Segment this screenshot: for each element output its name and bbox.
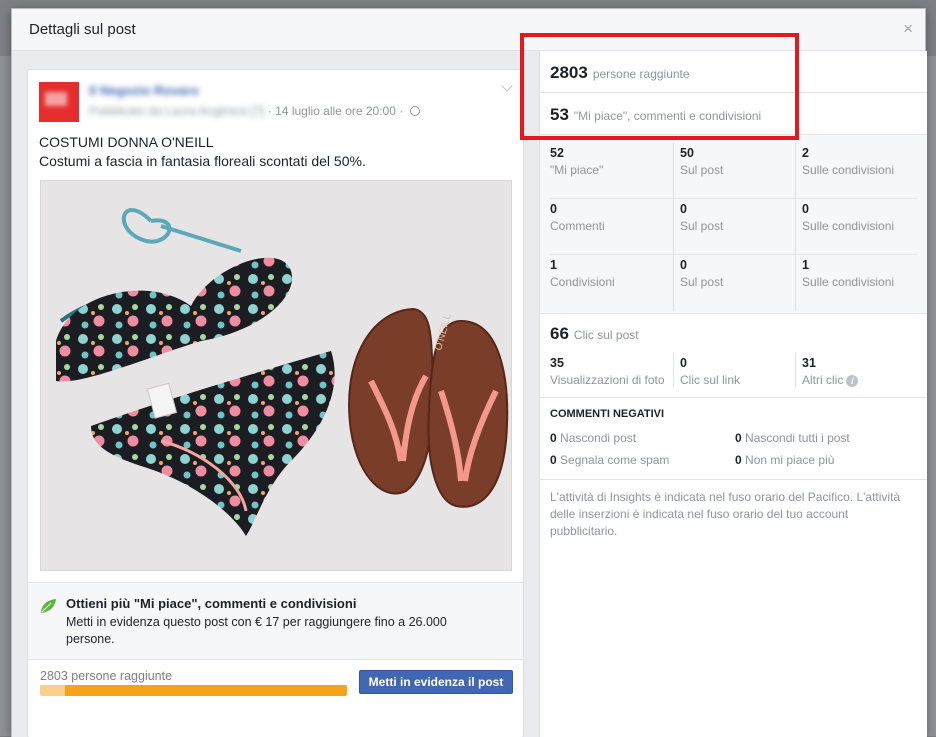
likes-total: 52 "Mi piace" bbox=[550, 146, 604, 177]
post-meta: Pubblicato da Laura Anglmesi [?] · 14 lu… bbox=[89, 104, 420, 118]
post-date-link[interactable]: 14 luglio alle ore 20:00 bbox=[275, 104, 396, 118]
boost-promo: Ottieni più "Mi piace", commenti e condi… bbox=[28, 582, 523, 660]
post-photo-image: O'NEILL bbox=[41, 181, 511, 570]
post-clicks-label: Clic sul post bbox=[573, 328, 639, 342]
post-title: COSTUMI DONNA O'NEILL bbox=[39, 134, 214, 150]
comments-total: 0 Commenti bbox=[550, 202, 605, 233]
info-icon[interactable]: i bbox=[846, 375, 859, 387]
engagement-breakdown: 52 "Mi piace" 50 Sul post 2 Sulle condivisi… bbox=[540, 135, 927, 314]
reach-progress-fill bbox=[40, 685, 65, 696]
reach-label: 2803 persone raggiunte bbox=[40, 669, 173, 683]
globe-icon bbox=[409, 106, 420, 116]
hide-all-posts-stat: 0 Nascondi tutti i post bbox=[735, 431, 850, 445]
boost-title: Ottieni più "Mi piace", commenti e condi… bbox=[66, 596, 357, 611]
boost-post-button[interactable]: Metti in evidenza il post bbox=[359, 670, 513, 694]
comments-on-shares: 0 Sulle condivisioni bbox=[795, 199, 917, 254]
comments-row: 0 Commenti 0 Sul post 0 Sulle condivisioni bbox=[550, 199, 917, 255]
comments-on-post: 0 Sul post bbox=[673, 199, 795, 254]
unlike-page-stat: 0 Non mi piace più bbox=[735, 453, 835, 467]
likes-row: 52 "Mi piace" 50 Sul post 2 Sulle condivisi… bbox=[550, 143, 917, 199]
highlight-box bbox=[520, 33, 799, 140]
shares-row: 1 Condivisioni 0 Sul post 1 Sulle condivisi… bbox=[550, 255, 917, 311]
meta-separator: · bbox=[267, 104, 272, 118]
shares-on-post: 0 Sul post bbox=[673, 255, 795, 311]
dialog-title: Dettagli sul post bbox=[29, 21, 136, 38]
page-name-link[interactable]: Il Negozio Rovaro bbox=[89, 83, 199, 98]
published-by-text: Pubblicato da Laura Anglmesi [?] bbox=[89, 104, 265, 118]
photo-views: 35 Visualizzazioni di foto bbox=[550, 356, 665, 387]
timezone-footnote: L'attività di Insights è indicata nel fu… bbox=[550, 490, 901, 538]
other-clicks: 31 Altri clic i bbox=[795, 353, 917, 387]
negative-feedback-section: COMMENTI NEGATIVI 0 Nascondi post 0 Nasc… bbox=[540, 398, 927, 480]
likes-on-shares: 2 Sulle condivisioni bbox=[795, 143, 917, 198]
post-text: Costumi a fascia in fantasia floreali sc… bbox=[39, 153, 366, 169]
post-clicks-section: 66 Clic sul post 35 Visualizzazioni di fo… bbox=[540, 314, 927, 398]
hide-post-stat: 0 Nascondi post bbox=[550, 431, 637, 445]
report-spam-stat: 0 Segnala come spam bbox=[550, 453, 670, 467]
shares-on-shares: 1 Sulle condivisioni bbox=[795, 255, 917, 311]
post-photo[interactable]: O'NEILL bbox=[40, 180, 512, 571]
page-avatar[interactable] bbox=[39, 82, 79, 122]
post-header: Il Negozio Rovaro Pubblicato da Laura An… bbox=[39, 80, 513, 130]
post-clicks-count: 66 bbox=[550, 324, 569, 343]
post-preview-card: Il Negozio Rovaro Pubblicato da Laura An… bbox=[27, 69, 524, 737]
negative-feedback-title: COMMENTI NEGATIVI bbox=[550, 408, 665, 420]
insights-panel: 2803 persone raggiunte 53 "Mi piace", co… bbox=[539, 51, 927, 737]
close-icon[interactable]: × bbox=[903, 20, 913, 37]
likes-on-post: 50 Sul post bbox=[673, 143, 795, 198]
backdrop-right-strip bbox=[926, 56, 936, 736]
leaf-icon bbox=[41, 599, 56, 613]
reach-progress-bar bbox=[40, 685, 347, 696]
shares-total: 1 Condivisioni bbox=[550, 258, 615, 289]
link-clicks: 0 Clic sul link bbox=[673, 353, 795, 387]
boost-description: Metti in evidenza questo post con € 17 p… bbox=[66, 615, 447, 646]
chevron-down-icon[interactable] bbox=[501, 80, 513, 92]
meta-separator: · bbox=[399, 104, 404, 118]
